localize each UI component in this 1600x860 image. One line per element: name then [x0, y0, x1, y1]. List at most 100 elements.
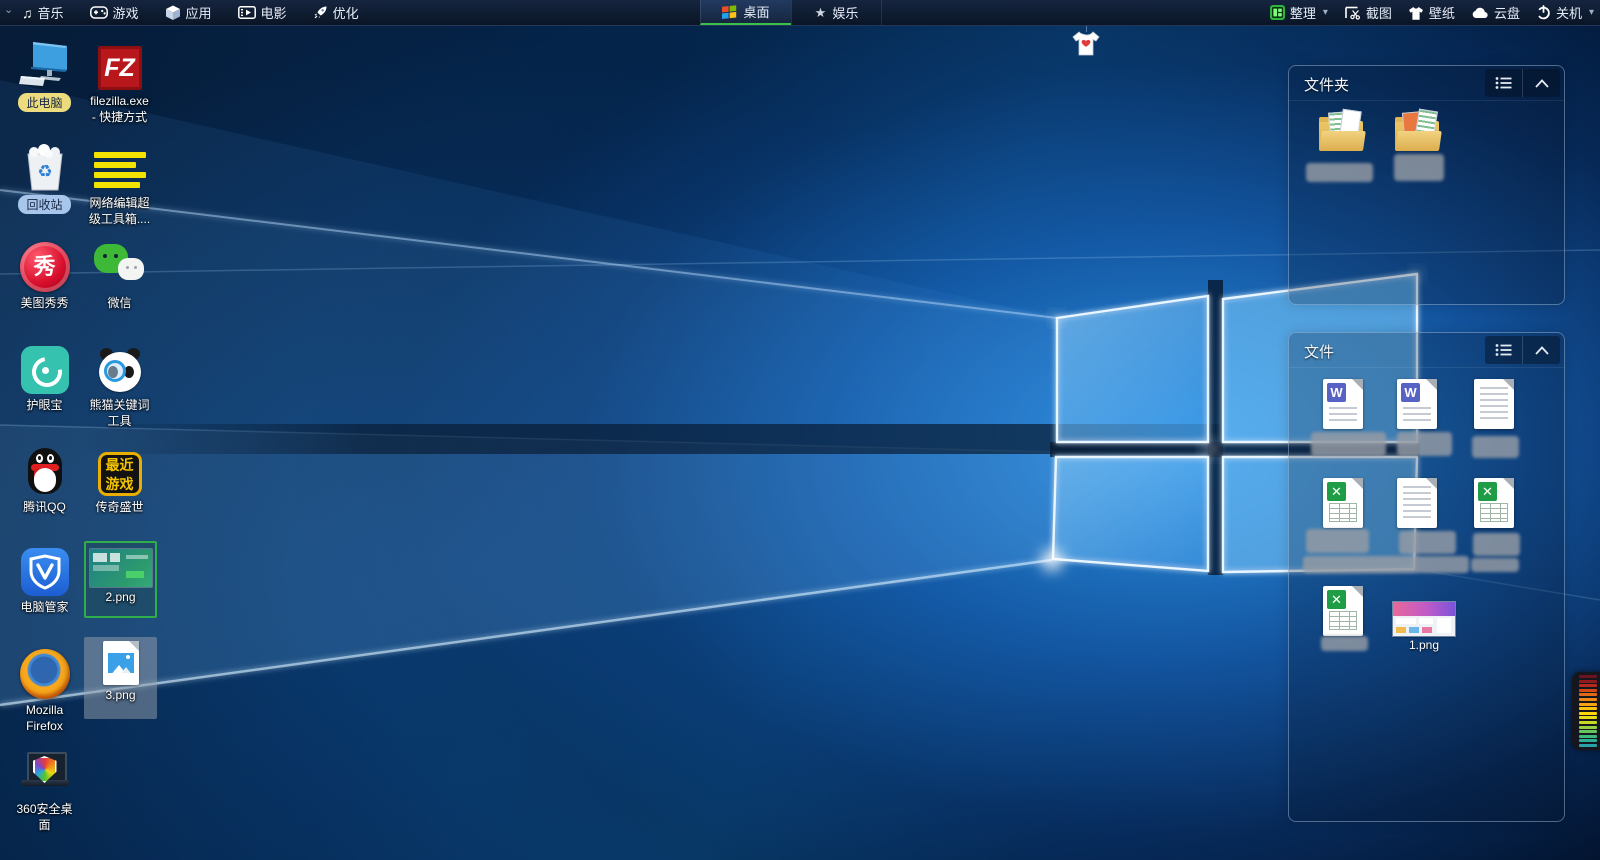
desktop-icon-filezilla[interactable]: FZ filezilla.exe- 快捷方式 [83, 40, 156, 125]
topbar-tabs: 桌面 ★ 娱乐 [700, 0, 882, 25]
power-icon [1536, 5, 1551, 20]
folder-item[interactable] [1383, 112, 1453, 152]
tab-desktop[interactable]: 桌面 [700, 0, 791, 25]
desktop-icon-360-desktop[interactable]: 360安全桌面 [8, 748, 81, 833]
desktop-icon-pc-manager[interactable]: 电脑管家 [8, 546, 81, 615]
redacted-label [1472, 436, 1519, 458]
pc-manager-icon [8, 546, 81, 596]
wallpaper-button[interactable]: 壁纸 [1408, 3, 1455, 22]
desktop-icon-meitu[interactable]: 秀 美图秀秀 [8, 242, 81, 311]
file-item-text[interactable] [1397, 478, 1437, 528]
file-item-excel[interactable]: ✕ [1323, 586, 1363, 636]
2png-thumbnail [90, 549, 152, 587]
meitu-icon: 秀 [8, 242, 81, 292]
1png-thumbnail [1393, 602, 1455, 636]
equalizer-widget[interactable] [1572, 672, 1600, 750]
folder-icon [1395, 112, 1441, 152]
topbar-actions: 整理 ▾ 截图 壁纸 云盘 关机 ▾ [1270, 0, 1594, 25]
file-item-image[interactable]: 1.png [1393, 602, 1455, 636]
menu-games-label: 游戏 [113, 3, 139, 22]
files-panel-header[interactable]: 文件 [1289, 333, 1564, 368]
redacted-label [1399, 531, 1456, 554]
tab-entertainment[interactable]: ★ 娱乐 [791, 0, 882, 25]
yellow-bars-icon [83, 142, 156, 192]
icon-label: 熊猫关键词工具 [83, 397, 156, 429]
desktop-icon-recycle-bin[interactable]: ♻ 回收站 [8, 142, 81, 214]
word-doc-icon: W [1397, 379, 1437, 429]
text-doc-icon [1474, 379, 1514, 429]
desktop-icon-recent-game[interactable]: 最近游戏 传奇盛世 [83, 446, 156, 515]
desktop-icon-firefox[interactable]: MozillaFirefox [8, 645, 81, 734]
screenshot-scissors-icon [1344, 6, 1361, 20]
menu-music-label: 音乐 [38, 3, 64, 22]
menu-apps[interactable]: 应用 [165, 3, 212, 22]
file-item-word[interactable]: W [1323, 379, 1363, 429]
redacted-label [1321, 636, 1368, 651]
tab-entertainment-label: 娱乐 [832, 3, 858, 22]
excel-doc-icon: ✕ [1474, 478, 1514, 528]
eye-care-icon [8, 344, 81, 394]
file-item-word[interactable]: W [1397, 379, 1437, 429]
cloud-label: 云盘 [1494, 3, 1520, 22]
this-pc-icon [8, 40, 81, 90]
screenshot-button[interactable]: 截图 [1344, 3, 1392, 22]
360-safe-desktop-icon [8, 748, 81, 798]
files-collapse-button[interactable] [1522, 336, 1560, 364]
list-icon [1495, 343, 1513, 357]
menu-movies[interactable]: 电影 [238, 3, 287, 22]
icon-label: 3.png [84, 687, 157, 703]
music-note-icon: ♫ [22, 6, 33, 20]
icon-label: 美图秀秀 [8, 295, 81, 311]
icon-label: 护眼宝 [8, 397, 81, 413]
star-icon: ★ [815, 6, 827, 19]
gamepad-icon [90, 6, 108, 19]
folder-item[interactable] [1307, 112, 1377, 152]
app-box-icon [165, 5, 181, 20]
icon-label: 传奇盛世 [83, 499, 156, 515]
files-panel: 文件 W W ✕ ✕ ✕ [1288, 332, 1565, 822]
redacted-label [1473, 533, 1520, 556]
folders-panel-header[interactable]: 文件夹 [1289, 66, 1564, 101]
file-item-excel[interactable]: ✕ [1323, 478, 1363, 528]
tab-desktop-label: 桌面 [743, 2, 769, 21]
file-item-text[interactable] [1474, 379, 1514, 429]
tshirt-heart-icon [1070, 29, 1102, 57]
desktop-icon-web-toolbox[interactable]: 网络编辑超级工具箱.... [83, 142, 156, 227]
redacted-label [1306, 529, 1369, 553]
cloud-button[interactable]: 云盘 [1471, 3, 1520, 22]
topbar-collapse-icon[interactable]: ⌄ [4, 3, 13, 16]
folders-collapse-button[interactable] [1522, 69, 1560, 97]
icon-label: 电脑管家 [8, 599, 81, 615]
power-button[interactable]: 关机 ▾ [1536, 3, 1594, 22]
qq-penguin-icon [8, 446, 81, 496]
desktop-icon-eye-care[interactable]: 护眼宝 [8, 344, 81, 413]
topbar-menus: ♫ 音乐 游戏 应用 电影 优化 [22, 0, 359, 25]
excel-doc-icon: ✕ [1323, 586, 1363, 636]
equalizer-widget-bars [1579, 675, 1600, 747]
menu-music[interactable]: ♫ 音乐 [22, 3, 64, 22]
organize-button[interactable]: 整理 ▾ [1270, 3, 1328, 22]
organize-grid-icon [1270, 5, 1285, 20]
menu-games[interactable]: 游戏 [90, 3, 139, 22]
desktop-icon-3png[interactable]: 3.png [84, 637, 157, 719]
desktop-icon-2png[interactable]: 2.png [84, 541, 157, 618]
folders-list-view-button[interactable] [1485, 69, 1522, 97]
desktop-icon-this-pc[interactable]: 此电脑 [8, 40, 81, 112]
desktop-icon-wechat[interactable]: 微信 [83, 242, 156, 311]
desktop-icon-panda-keyword[interactable]: 熊猫关键词工具 [83, 344, 156, 429]
redacted-label [1394, 154, 1444, 181]
desktop-icon-qq[interactable]: 腾讯QQ [8, 446, 81, 515]
wechat-icon [83, 242, 156, 292]
icon-label: 网络编辑超级工具箱.... [83, 195, 156, 227]
file-item-excel[interactable]: ✕ [1474, 478, 1514, 528]
files-list-view-button[interactable] [1485, 336, 1522, 364]
icon-label: filezilla.exe- 快捷方式 [83, 93, 156, 125]
panda-icon [83, 344, 156, 394]
power-dropdown-icon[interactable]: ▾ [1589, 7, 1594, 18]
text-doc-icon [1397, 478, 1437, 528]
menu-optimize-label: 优化 [333, 3, 359, 22]
menu-optimize[interactable]: 优化 [313, 3, 359, 22]
wallpaper-pendant-tshirt[interactable] [1070, 29, 1102, 62]
windows-logo-icon [722, 4, 737, 20]
organize-dropdown-icon[interactable]: ▾ [1323, 7, 1328, 18]
